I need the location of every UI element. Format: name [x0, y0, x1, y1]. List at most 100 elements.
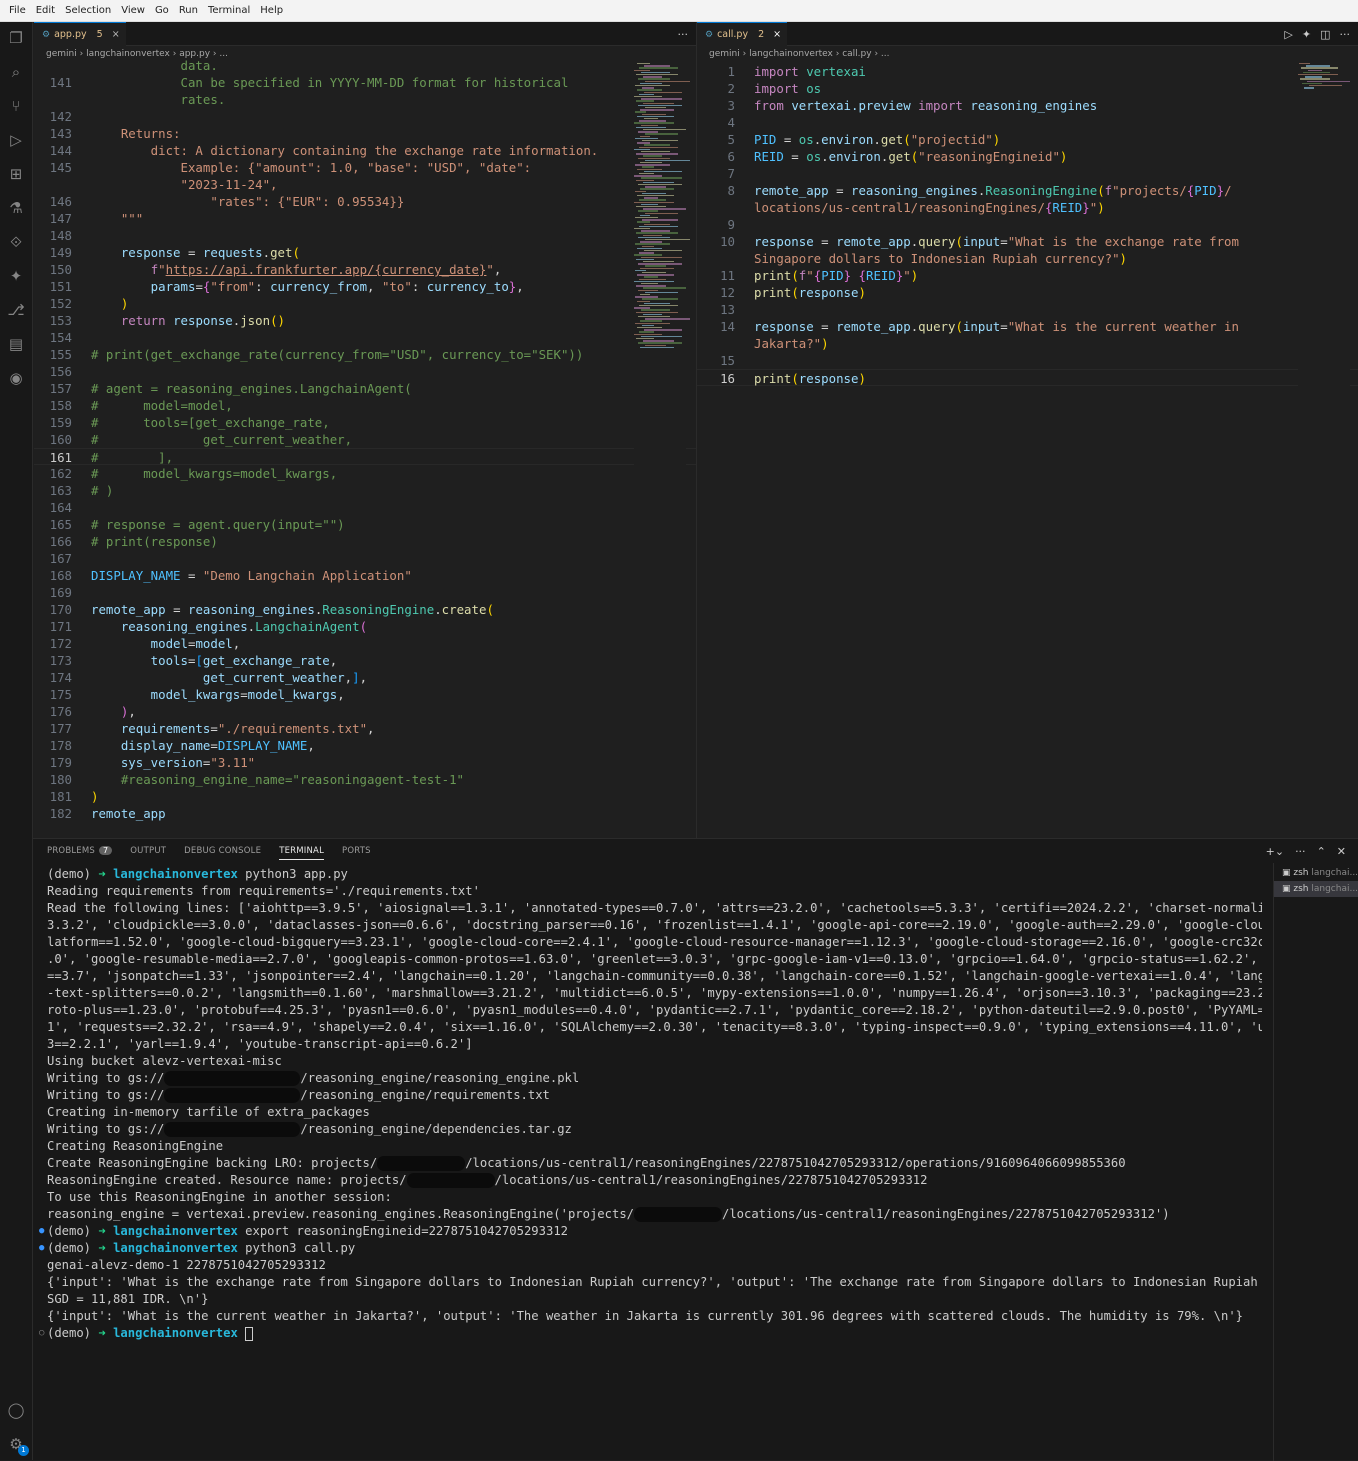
maximize-panel-icon[interactable]: ⌃	[1317, 845, 1326, 858]
line-text: locations/us-central1/reasoningEngines/{…	[754, 199, 1105, 216]
token: =	[210, 738, 217, 753]
token: ]	[352, 670, 359, 685]
terminal-instance[interactable]: ▣ zsh langchai...	[1274, 865, 1358, 881]
breadcrumb-item[interactable]: gemini	[709, 49, 740, 59]
token: query	[918, 319, 955, 334]
minimap-line	[645, 239, 690, 240]
terminal-text: (demo)	[47, 1326, 98, 1340]
token: )	[91, 704, 128, 719]
terminal-text: To use this ReasoningEngine in another s…	[47, 1190, 392, 1204]
terminal-line: {'input': 'What is the exchange rate fro…	[47, 1274, 1262, 1291]
minimap-line	[641, 309, 670, 310]
panel-tab-terminal[interactable]: TERMINAL	[279, 846, 324, 860]
minimap-line	[636, 180, 654, 181]
code-area[interactable]: data.141 Can be specified in YYYY-MM-DD …	[34, 63, 696, 838]
remote-icon[interactable]: ⟐	[6, 232, 26, 252]
code-line: 175 model_kwargs=model_kwargs,	[34, 686, 696, 703]
menu-item-run[interactable]: Run	[174, 5, 203, 16]
gemini-icon[interactable]: ✦	[6, 266, 26, 286]
line-number: 155	[34, 346, 72, 363]
menu-item-help[interactable]: Help	[255, 5, 288, 16]
extensions-icon[interactable]: ⊞	[6, 164, 26, 184]
terminal-line: 3==2.2.1', 'yarl==1.9.4', 'youtube-trans…	[47, 1036, 1262, 1053]
line-text: # tools=[get_exchange_rate,	[91, 414, 330, 431]
tab-call-py[interactable]: ⚙ call.py 2 ×	[697, 22, 787, 46]
python-file-icon: ⚙	[705, 23, 713, 47]
more-actions-icon[interactable]: ···	[1340, 28, 1351, 41]
code-area[interactable]: 1import vertexai2import os3from vertexai…	[697, 63, 1358, 838]
chart-icon[interactable]: ▤	[6, 334, 26, 354]
minimap-line	[638, 316, 670, 317]
activity-bar: ❐ ⌕ ⑂ ▷ ⊞ ⚗ ⟐ ✦ ⎇ ▤ ◉ ◯ ⚙1	[0, 22, 33, 1460]
token: "	[486, 262, 493, 277]
account-icon[interactable]: ◯	[6, 1400, 26, 1420]
files-icon[interactable]: ❐	[6, 28, 26, 48]
close-icon[interactable]: ×	[773, 23, 781, 47]
line-number: 5	[697, 131, 735, 148]
terminal-cursor[interactable]	[245, 1327, 253, 1341]
more-actions-icon[interactable]: ···	[1295, 845, 1306, 858]
gemini-sparkle-icon[interactable]: ✦	[1302, 28, 1311, 41]
code-line: 154	[34, 329, 696, 346]
code-line: 12print(response)	[697, 284, 1358, 301]
menu-item-file[interactable]: File	[4, 5, 31, 16]
minimap-line	[645, 345, 666, 346]
minimap-line	[636, 285, 666, 286]
token: /	[1224, 183, 1231, 198]
minimap-line	[635, 85, 670, 86]
menu-item-edit[interactable]: Edit	[31, 5, 60, 16]
minimap-line	[635, 270, 646, 271]
minimap[interactable]	[1298, 63, 1350, 838]
panel-tab-ports[interactable]: PORTS	[342, 846, 371, 856]
menu-item-view[interactable]: View	[116, 5, 150, 16]
close-icon[interactable]: ×	[112, 23, 120, 47]
minimap-line	[1306, 65, 1330, 66]
more-actions-icon[interactable]: ···	[678, 28, 689, 41]
split-editor-icon[interactable]: ◫	[1320, 28, 1330, 41]
token: (	[955, 319, 962, 334]
panel-tab-output[interactable]: OUTPUT	[130, 846, 166, 856]
new-terminal-icon[interactable]: +⌄	[1266, 845, 1284, 858]
docker-icon[interactable]: ◉	[6, 368, 26, 388]
terminal-text: -text-splitters==0.0.2', 'langsmith==0.1…	[47, 986, 1262, 1000]
minimap-line	[637, 248, 662, 249]
minimap[interactable]	[634, 63, 686, 838]
terminal-line: -text-splitters==0.0.2', 'langsmith==0.1…	[47, 985, 1262, 1002]
code-line: 161# ],	[34, 448, 696, 465]
token: remote_app	[754, 183, 829, 198]
code-line: 148	[34, 227, 696, 244]
gear-icon[interactable]: ⚙1	[6, 1434, 26, 1454]
terminal-text: langchainonvertex	[113, 1326, 238, 1340]
minimap-line	[637, 274, 674, 275]
panel-tab-label: PROBLEMS	[47, 846, 95, 856]
token: DISPLAY_NAME	[218, 738, 308, 753]
close-panel-icon[interactable]: ✕	[1337, 845, 1346, 858]
menu-item-selection[interactable]: Selection	[60, 5, 116, 16]
terminal-text: {'input': 'What is the exchange rate fro…	[47, 1275, 1262, 1289]
menu-item-terminal[interactable]: Terminal	[203, 5, 255, 16]
menu-item-go[interactable]: Go	[150, 5, 174, 16]
panel-tab-debug-console[interactable]: DEBUG CONSOLE	[184, 846, 261, 856]
tab-app-py[interactable]: ⚙ app.py 5 ×	[34, 22, 126, 46]
breadcrumb-item[interactable]: ...	[881, 49, 890, 59]
token: remote_app	[91, 806, 166, 821]
breadcrumb-item[interactable]: call.py	[842, 49, 871, 59]
terminal-line: ●(demo) ➜ langchainonvertex python3 call…	[47, 1240, 1262, 1257]
git-graph-icon[interactable]: ⎇	[6, 300, 26, 320]
breadcrumb-item[interactable]: langchainonvertex	[749, 49, 833, 59]
token: "	[158, 262, 165, 277]
testing-icon[interactable]: ⚗	[6, 198, 26, 218]
line-number: 4	[697, 114, 735, 131]
code-line: 11print(f"{PID} {REID}")	[697, 267, 1358, 284]
source-control-icon[interactable]: ⑂	[6, 96, 26, 116]
token: ,	[307, 738, 314, 753]
token: =	[181, 568, 203, 583]
minimap-line	[1298, 74, 1338, 75]
token: (	[903, 132, 910, 147]
run-debug-icon[interactable]: ▷	[6, 130, 26, 150]
search-icon[interactable]: ⌕	[6, 62, 26, 82]
run-icon[interactable]: ▷	[1284, 28, 1292, 41]
panel-tab-problems[interactable]: PROBLEMS7	[47, 846, 112, 856]
minimap-line	[641, 72, 670, 73]
terminal-instance[interactable]: ▣ zsh langchai...	[1274, 881, 1358, 897]
